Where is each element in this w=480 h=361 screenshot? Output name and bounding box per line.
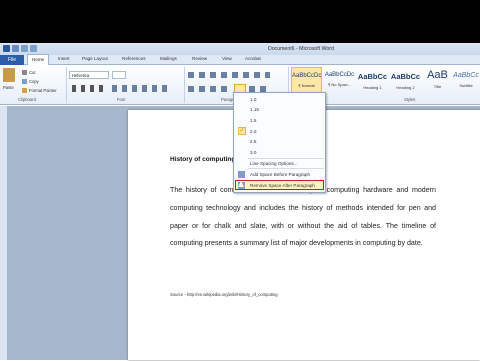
list-buttons-icon[interactable] bbox=[188, 72, 270, 78]
style-name: Heading 2 bbox=[396, 85, 415, 90]
spacing-option-2-0[interactable]: 2.0 bbox=[250, 129, 256, 134]
tab-page-layout[interactable]: Page Layout bbox=[82, 56, 108, 61]
style-sample: AaBbCcDc bbox=[292, 73, 322, 79]
style-heading-1[interactable]: AaBbCc Heading 1 bbox=[357, 67, 388, 95]
word-logo-icon bbox=[3, 45, 10, 52]
title-bar bbox=[0, 43, 480, 55]
undo-icon[interactable] bbox=[21, 45, 28, 52]
window-title: Document6 - Microsoft Word bbox=[268, 46, 334, 52]
style-subtitle[interactable]: AaBbCc Subtitle bbox=[452, 67, 480, 95]
quick-access-toolbar bbox=[3, 45, 37, 52]
divider bbox=[184, 67, 185, 103]
style-sample: AaBbCc bbox=[357, 72, 388, 81]
spacing-option-1-0[interactable]: 1.0 bbox=[250, 97, 256, 102]
styles-group-label: Styles bbox=[404, 97, 416, 102]
save-icon[interactable] bbox=[12, 45, 19, 52]
font-color-buttons-icon[interactable] bbox=[112, 85, 172, 92]
style-name: Heading 1 bbox=[363, 85, 382, 90]
tab-insert[interactable]: Insert bbox=[58, 56, 70, 61]
redo-icon[interactable] bbox=[30, 45, 37, 52]
format-buttons-icon[interactable] bbox=[72, 85, 108, 92]
style-title[interactable]: AaB Title bbox=[422, 67, 453, 95]
style-name: Subtitle bbox=[459, 83, 473, 88]
ribbon-tabs bbox=[0, 55, 480, 65]
vertical-ruler bbox=[0, 106, 7, 360]
add-space-before-paragraph[interactable]: Add Space Before Paragraph bbox=[250, 172, 310, 177]
cut-icon[interactable] bbox=[22, 70, 27, 75]
style-name: Title bbox=[433, 84, 442, 89]
mouse-cursor-icon bbox=[238, 181, 244, 187]
spacing-option-1-15[interactable]: 1.15 bbox=[250, 107, 259, 112]
copy-icon[interactable] bbox=[22, 79, 27, 84]
add-space-before-icon bbox=[238, 171, 245, 178]
format-painter-button[interactable]: Format Painter bbox=[29, 88, 57, 93]
tab-home[interactable]: Home bbox=[27, 54, 49, 65]
source-citation: Source - http://en.wikipedia.org/wiki/Hi… bbox=[170, 292, 278, 297]
paragraph-rest: modern computing technology and includes… bbox=[170, 186, 436, 248]
style-sample: AaBbCc bbox=[453, 72, 479, 79]
style-name: ¶ No Spaci... bbox=[328, 82, 351, 87]
document-heading: History of computing bbox=[170, 156, 236, 163]
divider bbox=[66, 67, 67, 103]
style-sample: AaBbCc bbox=[390, 72, 421, 81]
style-heading-2[interactable]: AaBbCc Heading 2 bbox=[390, 67, 421, 95]
style-sample: AaBbCcDc bbox=[324, 72, 355, 78]
menu-divider bbox=[248, 158, 324, 159]
font-size-select[interactable] bbox=[112, 71, 126, 79]
style-no-spacing[interactable]: AaBbCcDc ¶ No Spaci... bbox=[324, 67, 355, 95]
tab-mailings[interactable]: Mailings bbox=[160, 56, 177, 61]
tab-view[interactable]: View bbox=[222, 56, 232, 61]
format-painter-icon[interactable] bbox=[22, 88, 27, 93]
copy-button[interactable]: Copy bbox=[29, 79, 39, 84]
tab-review[interactable]: Review bbox=[192, 56, 207, 61]
paste-button[interactable]: Paste bbox=[3, 85, 14, 90]
paragraph-head: The history of com bbox=[170, 186, 234, 194]
style-normal[interactable]: AaBbCcDc ¶ Normal bbox=[291, 67, 322, 95]
clipboard-group-label: Clipboard bbox=[18, 97, 36, 102]
line-spacing-options[interactable]: Line Spacing Options... bbox=[250, 161, 298, 166]
spacing-option-1-5[interactable]: 1.5 bbox=[250, 118, 256, 123]
menu-divider bbox=[248, 168, 324, 169]
spacing-option-2-5[interactable]: 2.5 bbox=[250, 139, 256, 144]
remove-space-after-paragraph[interactable]: Remove Space After Paragraph bbox=[250, 183, 315, 188]
cut-button[interactable]: Cut bbox=[29, 70, 36, 75]
paste-icon[interactable] bbox=[3, 68, 15, 82]
align-buttons-icon[interactable] bbox=[188, 86, 232, 92]
style-name: ¶ Normal bbox=[298, 83, 315, 88]
font-group-label: Font bbox=[117, 97, 126, 102]
style-sample: AaB bbox=[427, 69, 448, 81]
line-spacing-menu bbox=[233, 92, 326, 193]
font-name-select[interactable]: Helvetica bbox=[69, 71, 109, 79]
checkmark-icon: ✓ bbox=[238, 127, 246, 135]
spacing-option-3-0[interactable]: 3.0 bbox=[250, 150, 256, 155]
tab-references[interactable]: References bbox=[122, 56, 146, 61]
tab-acrobat[interactable]: Acrobat bbox=[245, 56, 261, 61]
tab-file[interactable]: File bbox=[0, 55, 24, 65]
